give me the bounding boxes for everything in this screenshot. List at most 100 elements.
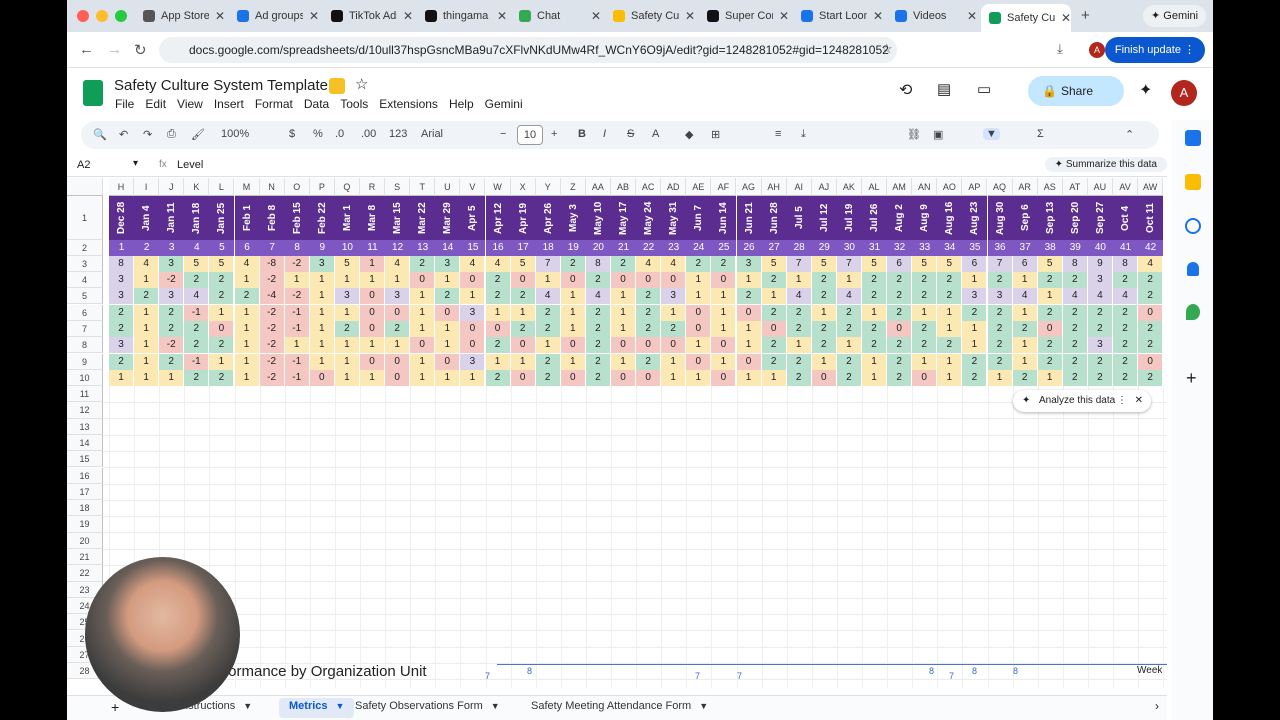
data-cell[interactable]: 2 (912, 321, 938, 338)
data-cell[interactable]: 2 (1138, 337, 1164, 354)
data-cell[interactable]: 4 (460, 256, 486, 273)
search-menus-icon[interactable]: 🔍 (93, 128, 107, 141)
meet-icon[interactable]: ▭ (977, 80, 991, 98)
week-number-cell[interactable]: 9 (309, 240, 335, 256)
star-icon[interactable]: ☆ (355, 75, 368, 93)
data-cell[interactable]: 2 (912, 288, 938, 305)
data-cell[interactable]: 0 (309, 370, 335, 387)
data-cell[interactable]: 1 (862, 370, 887, 387)
date-header-cell[interactable]: Sep 27 (1087, 196, 1113, 240)
data-cell[interactable]: 3 (736, 256, 762, 273)
data-cell[interactable]: 4 (836, 288, 862, 305)
data-cell[interactable]: 0 (711, 370, 737, 387)
data-cell[interactable]: 2 (535, 354, 561, 371)
column-header[interactable]: AQ (987, 178, 1013, 196)
data-cell[interactable]: 2 (987, 272, 1013, 289)
finish-update-button[interactable]: Finish update ⋮ (1104, 37, 1205, 63)
data-cell[interactable]: 1 (234, 321, 260, 338)
data-cell[interactable]: 1 (134, 272, 160, 289)
align-icon[interactable]: ≡ (775, 128, 781, 140)
column-header[interactable]: AM (887, 178, 913, 196)
dropdown-icon[interactable]: ▼ (699, 701, 708, 711)
data-cell[interactable]: -1 (184, 354, 210, 371)
data-cell[interactable]: 4 (661, 256, 687, 273)
data-cell[interactable]: 2 (1113, 337, 1138, 354)
date-header-cell[interactable]: Jan 25 (209, 196, 235, 240)
increase-decimal-button[interactable]: .00 (361, 128, 376, 140)
data-cell[interactable]: 5 (937, 256, 963, 273)
date-header-cell[interactable]: May 10 (585, 196, 611, 240)
column-header[interactable]: Q (334, 178, 360, 196)
row-header[interactable]: 20 (67, 532, 103, 549)
column-header[interactable]: T (410, 178, 436, 196)
history-icon[interactable]: ⟲ (899, 80, 912, 100)
italic-icon[interactable]: I (603, 128, 606, 140)
data-cell[interactable]: 2 (1087, 354, 1113, 371)
new-tab-icon[interactable]: + (1081, 7, 1090, 24)
data-cell[interactable]: 2 (385, 321, 411, 338)
data-cell[interactable]: 1 (485, 305, 511, 322)
data-cell[interactable]: 1 (686, 337, 712, 354)
data-cell[interactable]: 0 (560, 337, 586, 354)
data-cell[interactable]: 1 (761, 370, 787, 387)
data-cell[interactable]: 1 (460, 288, 486, 305)
column-header[interactable]: AJ (811, 178, 837, 196)
data-cell[interactable]: 1 (987, 370, 1013, 387)
data-cell[interactable]: 2 (510, 288, 536, 305)
tab-close-icon[interactable]: ✕ (403, 9, 413, 23)
browser-tab[interactable]: App Store ✕ (135, 4, 225, 28)
row-header[interactable]: 6 (67, 305, 103, 322)
date-header-cell[interactable]: Feb 1 (234, 196, 260, 240)
data-cell[interactable]: 0 (560, 370, 586, 387)
data-cell[interactable]: 2 (786, 354, 812, 371)
data-cell[interactable]: 5 (811, 256, 837, 273)
data-cell[interactable]: 5 (510, 256, 536, 273)
data-cell[interactable]: 1 (937, 370, 963, 387)
browser-tab[interactable]: Ad groups ✕ (229, 4, 319, 28)
date-header-cell[interactable]: Aug 23 (962, 196, 988, 240)
data-cell[interactable]: 0 (385, 370, 411, 387)
data-cell[interactable]: 0 (209, 321, 235, 338)
data-cell[interactable]: 4 (385, 256, 411, 273)
data-cell[interactable]: 4 (1062, 288, 1088, 305)
data-cell[interactable]: 5 (334, 256, 360, 273)
data-cell[interactable]: 4 (1113, 288, 1138, 305)
data-cell[interactable]: 1 (736, 321, 762, 338)
data-cell[interactable]: 1 (686, 272, 712, 289)
menu-insert[interactable]: Insert (214, 97, 244, 111)
data-cell[interactable]: 2 (912, 337, 938, 354)
data-cell[interactable]: 0 (661, 272, 687, 289)
data-cell[interactable]: 4 (1087, 288, 1113, 305)
data-cell[interactable]: 2 (862, 321, 887, 338)
row-header[interactable]: 18 (67, 500, 103, 517)
data-cell[interactable]: 2 (184, 321, 210, 338)
data-cell[interactable]: 2 (1138, 288, 1164, 305)
data-cell[interactable]: -2 (259, 354, 285, 371)
data-cell[interactable]: 1 (962, 321, 988, 338)
url-field[interactable]: docs.google.com/spreadsheets/d/10ull37hs… (159, 37, 897, 63)
data-cell[interactable]: 1 (234, 272, 260, 289)
data-cell[interactable]: -1 (184, 305, 210, 322)
row-header[interactable]: 12 (67, 402, 103, 419)
data-cell[interactable]: 5 (1037, 256, 1063, 273)
week-number-cell[interactable]: 32 (887, 240, 913, 256)
data-cell[interactable]: 0 (460, 321, 486, 338)
data-cell[interactable]: 2 (535, 321, 561, 338)
menu-data[interactable]: Data (304, 97, 329, 111)
data-cell[interactable]: 2 (786, 321, 812, 338)
data-cell[interactable]: 2 (937, 337, 963, 354)
data-cell[interactable]: 1 (786, 337, 812, 354)
week-number-cell[interactable]: 40 (1087, 240, 1113, 256)
week-number-cell[interactable]: 12 (385, 240, 411, 256)
zoom-select[interactable]: 100% (221, 128, 249, 140)
column-header[interactable]: Z (560, 178, 586, 196)
maps-icon[interactable] (1186, 304, 1200, 320)
data-cell[interactable]: 0 (560, 272, 586, 289)
data-cell[interactable]: 0 (1138, 354, 1164, 371)
data-cell[interactable]: 2 (1113, 321, 1138, 338)
week-number-cell[interactable]: 6 (234, 240, 260, 256)
data-cell[interactable]: 2 (1113, 354, 1138, 371)
column-header[interactable]: AV (1113, 178, 1139, 196)
row-header[interactable]: 11 (67, 386, 103, 403)
data-cell[interactable]: 1 (862, 305, 887, 322)
